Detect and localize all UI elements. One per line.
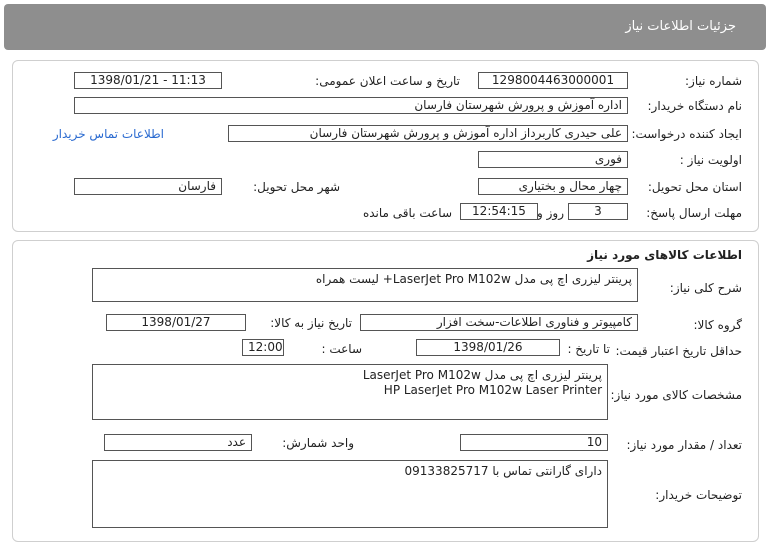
time-left-label: ساعت باقی مانده [362,206,452,220]
header-bar: جزئیات اطلاعات نیاز [4,4,766,50]
qty-label: تعداد / مقدار مورد نیاز: [626,438,742,452]
province-label: استان محل تحویل: [647,180,742,194]
unit-field: عدد [104,434,252,451]
requester-field: علی حیدری کاربرداز اداره آموزش و پرورش ش… [228,125,628,142]
group-field: کامپیوتر و فناوری اطلاعات-سخت افزار [360,314,638,331]
need-number-label: شماره نیاز: [685,74,742,88]
deadline-label: مهلت ارسال پاسخ: [646,206,742,220]
buyer-org-label: نام دستگاه خریدار: [647,99,743,113]
announce-field: 1398/01/21 - 11:13 [74,72,222,89]
city-label: شهر محل تحویل: [253,180,340,194]
qty-field: 10 [460,434,608,451]
time-label: ساعت : [321,342,362,356]
time-field: 12:00 [242,339,284,356]
goods-section-title: اطلاعات کالاهای مورد نیاز [587,248,742,262]
days-field: 3 [568,203,628,220]
to-date-label: تا تاریخ : [567,342,610,356]
spec-line-1: پرینتر لیزری اچ پی مدل LaserJet Pro M102… [362,368,602,382]
validity-label: حداقل تاریخ اعتبار قیمت: [615,344,742,358]
to-date-field: 1398/01/26 [416,339,560,356]
requester-label: ایجاد کننده درخواست: [631,127,742,141]
notes-field: دارای گارانتی تماس با 09133825717 [92,460,608,528]
time-left-field: 12:54:15 [460,203,538,220]
page-title: جزئیات اطلاعات نیاز [625,19,736,34]
spec-line-2: HP LaserJet Pro M102w Laser Printer [383,383,602,397]
priority-field: فوری [478,151,628,168]
desc-label: شرح کلی نیاز: [669,281,742,295]
contact-info-link[interactable]: اطلاعات تماس خریدار [53,127,164,141]
priority-label: اولویت نیاز : [679,153,742,167]
notes-label: توضیحات خریدار: [655,488,742,502]
need-date-label: تاریخ نیاز به کالا: [270,316,352,330]
days-label: روز و [537,206,564,220]
city-field: فارسان [74,178,222,195]
need-date-field: 1398/01/27 [106,314,246,331]
province-field: چهار محال و بختیاری [478,178,628,195]
need-number-field: 1298004463000001 [478,72,628,89]
unit-label: واحد شمارش: [282,436,354,450]
buyer-org-field: اداره آموزش و پرورش شهرستان فارسان [74,97,628,114]
group-label: گروه کالا: [693,318,743,332]
spec-field: پرینتر لیزری اچ پی مدل LaserJet Pro M102… [92,364,608,420]
spec-label: مشخصات کالای مورد نیاز: [610,388,742,402]
desc-field: پرینتر لیزری اچ پی مدل LaserJet Pro M102… [92,268,638,302]
announce-label: تاریخ و ساعت اعلان عمومی: [315,74,460,88]
